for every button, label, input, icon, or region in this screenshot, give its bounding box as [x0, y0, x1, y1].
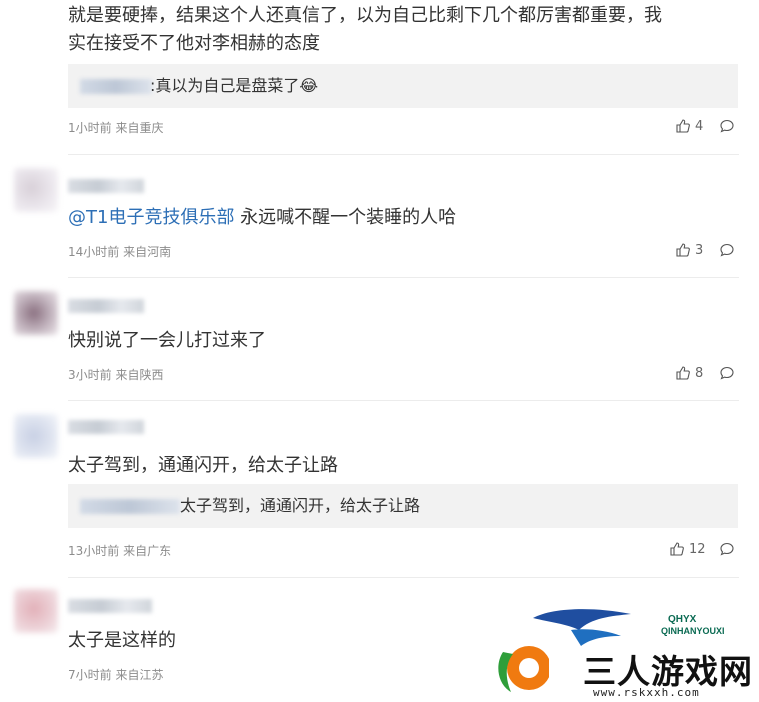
quoted-reply[interactable]: 太子驾到，通通闪开，给太子让路: [68, 484, 738, 528]
comment-meta: 3小时前 来自陕西: [68, 368, 164, 382]
quoted-reply-text: 太子驾到，通通闪开，给太子让路: [180, 496, 421, 515]
comment-item: 快别说了一会儿打过来了 3小时前 来自陕西 8: [0, 285, 759, 395]
leaf-logo-icon: [498, 646, 549, 692]
comment-item: 太子驾到，通通闪开，给太子让路 太子驾到，通通闪开，给太子让路 13小时前 来自…: [0, 408, 759, 573]
reply-icon[interactable]: [719, 365, 735, 381]
avatar[interactable]: [14, 291, 58, 335]
comment-text: 快别说了一会儿打过来了: [68, 330, 266, 351]
quoted-reply[interactable]: :真以为自己是盘菜了😂: [68, 64, 738, 108]
divider: [68, 277, 739, 278]
site-watermark: QHYX QINHANYOUXI 三人游戏网 www.rskxxh.com: [483, 600, 759, 702]
like-icon[interactable]: [669, 541, 685, 557]
like-icon[interactable]: [675, 365, 691, 381]
like-count: 4: [695, 118, 704, 134]
avatar[interactable]: [14, 414, 58, 458]
comment-actions: 4: [675, 118, 735, 134]
brand-mark: QHYX: [668, 614, 697, 625]
like-count: 3: [695, 242, 704, 258]
username-blurred[interactable]: [68, 179, 144, 193]
comment-body: 永远喊不醒一个装睡的人哈: [234, 207, 457, 228]
avatar[interactable]: [14, 589, 58, 633]
site-url: www.rskxxh.com: [593, 686, 700, 699]
reply-icon[interactable]: [719, 242, 735, 258]
comment-meta: 14小时前 来自河南: [68, 245, 172, 259]
like-icon[interactable]: [675, 242, 691, 258]
quoted-username-blurred: [80, 79, 152, 94]
reply-icon[interactable]: [719, 541, 735, 557]
brand-name: QINHANYOUXI: [661, 626, 725, 636]
comment-text-continued: 实在接受不了他对李相赫的态度: [68, 33, 320, 54]
like-count: 8: [695, 365, 704, 381]
comment-text: 太子驾到，通通闪开，给太子让路: [68, 455, 338, 476]
comment-item: 就是要硬捧，结果这个人还真信了，以为自己比剩下几个都厉害都重要，我 实在接受不了…: [0, 0, 759, 150]
quoted-username-blurred: [80, 499, 180, 514]
divider: [68, 400, 739, 401]
mention-link[interactable]: @T1电子竞技俱乐部: [68, 207, 234, 228]
comment-meta: 1小时前 来自重庆: [68, 121, 164, 135]
divider: [68, 577, 739, 578]
username-blurred[interactable]: [68, 299, 144, 313]
username-blurred[interactable]: [68, 420, 144, 434]
username-blurred[interactable]: [68, 599, 152, 613]
comment-actions: 8: [675, 365, 735, 381]
comment-meta: 7小时前 来自江苏: [68, 668, 164, 682]
like-icon[interactable]: [675, 118, 691, 134]
avatar[interactable]: [14, 168, 58, 212]
comment-text: @T1电子竞技俱乐部 永远喊不醒一个装睡的人哈: [68, 204, 456, 231]
quoted-reply-text: :真以为自己是盘菜了😂: [150, 76, 319, 95]
reply-icon[interactable]: [719, 118, 735, 134]
like-count: 12: [689, 541, 706, 557]
comment-actions: 12: [669, 541, 735, 557]
divider: [68, 154, 739, 155]
comment-meta: 13小时前 来自广东: [68, 544, 172, 558]
comment-text: 就是要硬捧，结果这个人还真信了，以为自己比剩下几个都厉害都重要，我: [68, 5, 662, 26]
comment-item: @T1电子竞技俱乐部 永远喊不醒一个装睡的人哈 14小时前 来自河南 3: [0, 162, 759, 272]
comment-actions: 3: [675, 242, 735, 258]
comment-text: 太子是这样的: [68, 630, 176, 651]
